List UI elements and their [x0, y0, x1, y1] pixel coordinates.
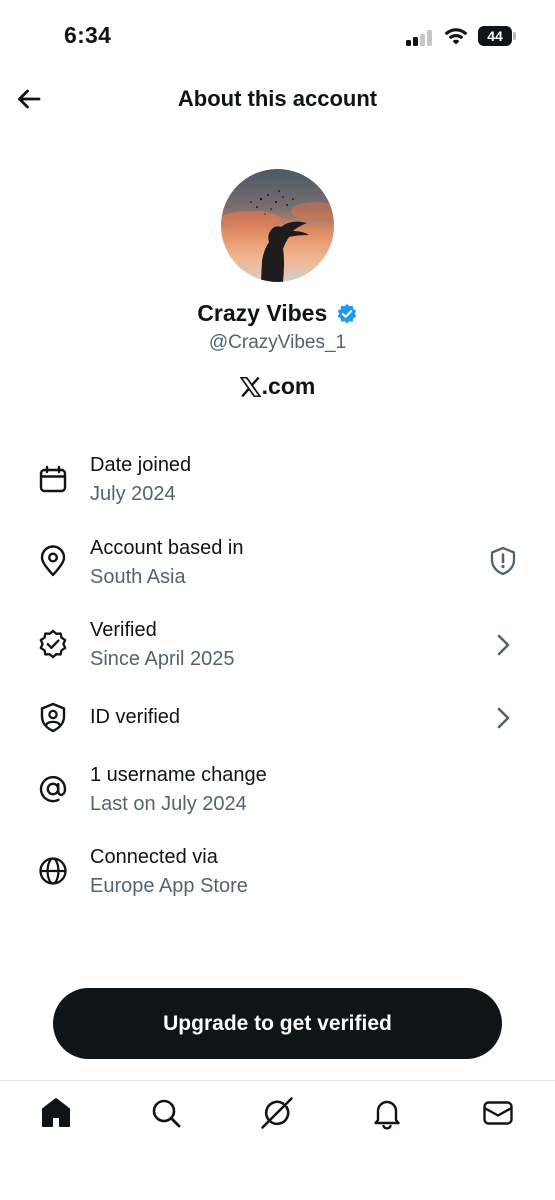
grok-icon[interactable] — [259, 1095, 295, 1131]
connected-domain: .com — [0, 373, 555, 400]
info-title: Connected via — [90, 846, 218, 868]
bottom-nav — [0, 1080, 555, 1200]
globe-icon — [39, 857, 67, 885]
avatar[interactable] — [221, 169, 334, 282]
info-id-verified[interactable]: ID verified — [0, 700, 555, 770]
chevron-right-icon[interactable] — [487, 629, 519, 661]
info-title: Verified — [90, 619, 157, 641]
search-icon[interactable] — [148, 1095, 184, 1131]
verified-check-icon — [39, 629, 67, 659]
mail-icon[interactable] — [480, 1095, 516, 1131]
info-title: Account based in — [90, 537, 244, 559]
info-subtitle: South Asia — [90, 566, 186, 588]
profile-handle: @CrazyVibes_1 — [208, 332, 347, 353]
info-title: ID verified — [90, 706, 181, 728]
domain-text: .com — [261, 373, 316, 399]
calendar-icon — [39, 465, 67, 493]
info-account-based-in: Account based in South Asia — [0, 536, 555, 606]
profile-name-row: Crazy Vibes — [0, 300, 555, 327]
info-subtitle: July 2024 — [90, 483, 176, 505]
info-date-joined: Date joined July 2024 — [0, 453, 555, 523]
info-username-change: 1 username change Last on July 2024 — [0, 763, 555, 833]
info-connected-via: Connected via Europe App Store — [0, 845, 555, 915]
battery-level: 44 — [478, 26, 512, 46]
location-pin-icon — [40, 545, 66, 577]
profile-name: Crazy Vibes — [197, 300, 328, 326]
shield-alert-icon[interactable] — [487, 545, 519, 577]
info-subtitle: Europe App Store — [90, 875, 248, 897]
verified-badge-icon — [337, 303, 356, 323]
upgrade-button[interactable]: Upgrade to get verified — [53, 988, 502, 1059]
cellular-signal-icon — [406, 30, 434, 46]
info-verified[interactable]: Verified Since April 2025 — [0, 618, 555, 688]
info-title: Date joined — [90, 454, 192, 476]
header: About this account — [0, 70, 555, 130]
status-time: 6:34 — [64, 22, 112, 48]
page-title: About this account — [177, 86, 378, 111]
info-title: 1 username change — [90, 764, 267, 786]
info-subtitle: Last on July 2024 — [90, 793, 247, 815]
at-sign-icon — [39, 775, 67, 803]
status-bar: 6:34 44 — [0, 0, 555, 70]
chevron-right-icon[interactable] — [487, 702, 519, 734]
id-shield-icon — [40, 702, 66, 733]
home-icon[interactable] — [38, 1095, 74, 1131]
info-subtitle: Since April 2025 — [90, 648, 235, 670]
wifi-icon — [444, 28, 468, 45]
x-logo-icon — [239, 376, 261, 397]
bell-icon[interactable] — [369, 1095, 405, 1131]
battery-icon: 44 — [478, 26, 516, 46]
